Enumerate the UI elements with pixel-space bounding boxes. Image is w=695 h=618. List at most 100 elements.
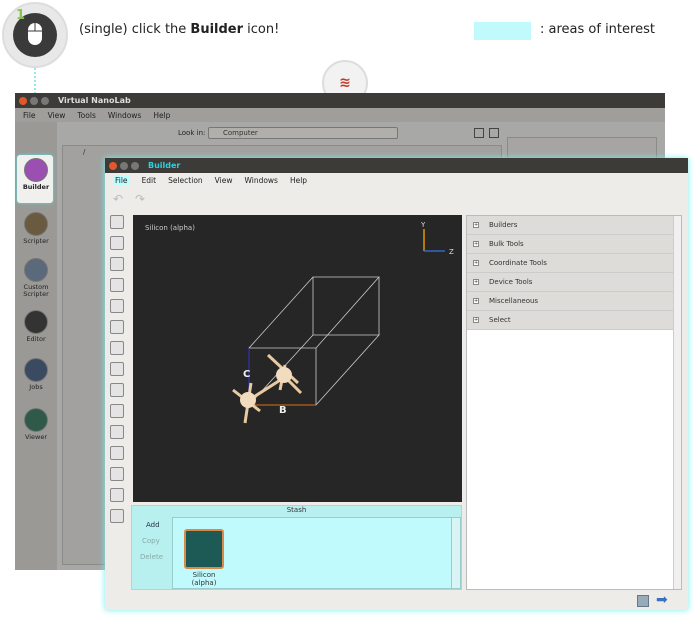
silicon-atoms (232, 353, 303, 424)
scripter-button[interactable]: Scripter (15, 212, 57, 245)
section-label: Coordinate Tools (489, 259, 547, 267)
window-title: Virtual NanoLab (58, 96, 131, 105)
panel-scrollbar[interactable] (673, 216, 681, 589)
menu-view[interactable]: View (215, 176, 233, 185)
move-tool-icon[interactable] (110, 257, 124, 271)
stash-copy-button[interactable]: Copy (142, 537, 160, 545)
stash-panel: Stash Add Copy Delete Silicon (alpha) (131, 505, 462, 590)
menu-bar: File View Tools Windows Help (15, 108, 665, 122)
lasso-tool-icon[interactable] (110, 236, 124, 250)
menu-file[interactable]: File (23, 111, 36, 120)
maximize-button[interactable] (131, 161, 139, 170)
jobs-icon (24, 358, 48, 382)
viewer-icon (24, 408, 48, 432)
select-tool-icon[interactable] (110, 215, 124, 229)
section-label: Builders (489, 221, 518, 229)
settings-tool-icon[interactable] (110, 467, 124, 481)
custom-scripter-label: Custom Scripter (23, 283, 49, 298)
section-miscellaneous[interactable]: + Miscellaneous (467, 292, 681, 311)
help-tool-icon[interactable] (110, 488, 124, 502)
section-label: Miscellaneous (489, 297, 539, 305)
editor-button[interactable]: Editor (15, 310, 57, 343)
custom-scripter-icon (24, 258, 48, 282)
path-root[interactable]: / (83, 148, 85, 156)
rotate-tool-icon[interactable] (110, 383, 124, 397)
measure-tool-icon[interactable] (110, 341, 124, 355)
menu-edit[interactable]: Edit (142, 176, 157, 185)
minimize-button[interactable] (30, 96, 38, 105)
stash-delete-button[interactable]: Delete (140, 553, 163, 561)
menu-bar: File Edit Selection View Windows Help (105, 173, 688, 187)
section-bulk-tools[interactable]: + Bulk Tools (467, 235, 681, 254)
stash-item-thumbnail[interactable] (184, 529, 224, 569)
section-label: Select (489, 316, 511, 324)
look-in-select[interactable]: Computer (208, 127, 398, 139)
align-tool-icon[interactable] (110, 320, 124, 334)
builder-label: Builder (22, 183, 50, 191)
section-label: Bulk Tools (489, 240, 524, 248)
tool-column (108, 215, 126, 540)
stash-scrollbar[interactable] (451, 518, 460, 588)
redo-icon[interactable]: ↷ (135, 192, 145, 206)
menu-windows[interactable]: Windows (244, 176, 277, 185)
section-label: Device Tools (489, 278, 533, 286)
lattice-c-label: C (243, 369, 250, 380)
element-tool-icon[interactable] (110, 362, 124, 376)
stash-list: Silicon (alpha) (172, 517, 461, 589)
scripter-label: Scripter (23, 237, 49, 245)
stash-title: Stash (286, 506, 307, 514)
custom-scripter-button[interactable]: Custom Scripter (15, 258, 57, 298)
stash-item-line2: (alpha) (191, 579, 217, 587)
scripter-icon (24, 212, 48, 236)
title-bar: Virtual NanoLab (15, 93, 665, 108)
axis-y-label: Y (420, 221, 426, 229)
stash-add-button[interactable]: Add (146, 521, 160, 529)
structure-view: Y Z C B (232, 221, 454, 424)
minimize-button[interactable] (120, 161, 128, 170)
jobs-label: Jobs (29, 383, 43, 391)
menu-tools[interactable]: Tools (77, 111, 95, 120)
send-to-arrow-icon[interactable]: ➡ (656, 592, 668, 608)
window-title: Builder (148, 161, 181, 170)
section-device-tools[interactable]: + Device Tools (467, 273, 681, 292)
title-bar: Builder (105, 158, 688, 173)
section-builders[interactable]: + Builders (467, 216, 681, 235)
editor-label: Editor (26, 335, 46, 343)
menu-selection[interactable]: Selection (168, 176, 203, 185)
export-tool-icon[interactable] (110, 425, 124, 439)
section-coordinate-tools[interactable]: + Coordinate Tools (467, 254, 681, 273)
tools-panel: + Builders + Bulk Tools + Coordinate Tools … (466, 215, 682, 590)
viewer-button[interactable]: Viewer (15, 408, 57, 441)
jobs-button[interactable]: Jobs (15, 358, 57, 391)
list-view-button[interactable] (489, 128, 499, 138)
look-in-value: Computer (223, 129, 258, 137)
close-button[interactable] (109, 161, 117, 170)
menu-view[interactable]: View (48, 111, 66, 120)
stash-item-label[interactable]: Silicon (alpha) (181, 571, 227, 587)
axis-triad (423, 229, 445, 252)
lattice-b-label: B (279, 405, 287, 416)
close-button[interactable] (19, 96, 27, 105)
axes-tool-icon[interactable] (110, 509, 124, 523)
3d-viewport[interactable]: Silicon (alpha) Y Z C B (133, 215, 462, 502)
view-tool-icon[interactable] (110, 446, 124, 460)
menu-help[interactable]: Help (153, 111, 170, 120)
axis-z-label: Z (449, 248, 454, 256)
cell-tool-icon[interactable] (110, 299, 124, 313)
menu-help[interactable]: Help (290, 176, 307, 185)
maximize-button[interactable] (41, 96, 49, 105)
menu-file[interactable]: File (113, 175, 130, 185)
icon-view-button[interactable] (474, 128, 484, 138)
notes-icon[interactable] (637, 595, 649, 607)
left-panel: Builder Scripter Custom Scripter Editor … (15, 122, 57, 570)
builder-button[interactable]: Builder (15, 158, 57, 191)
bond-tool-icon[interactable] (110, 278, 124, 292)
undo-icon[interactable]: ↶ (113, 192, 123, 206)
editor-icon (24, 310, 48, 334)
molecule-tool-icon[interactable] (110, 404, 124, 418)
builder-icon (24, 158, 48, 182)
viewer-label: Viewer (24, 433, 48, 441)
section-select[interactable]: + Select (467, 311, 681, 330)
stash-item-line1: Silicon (192, 571, 216, 579)
menu-windows[interactable]: Windows (108, 111, 141, 120)
